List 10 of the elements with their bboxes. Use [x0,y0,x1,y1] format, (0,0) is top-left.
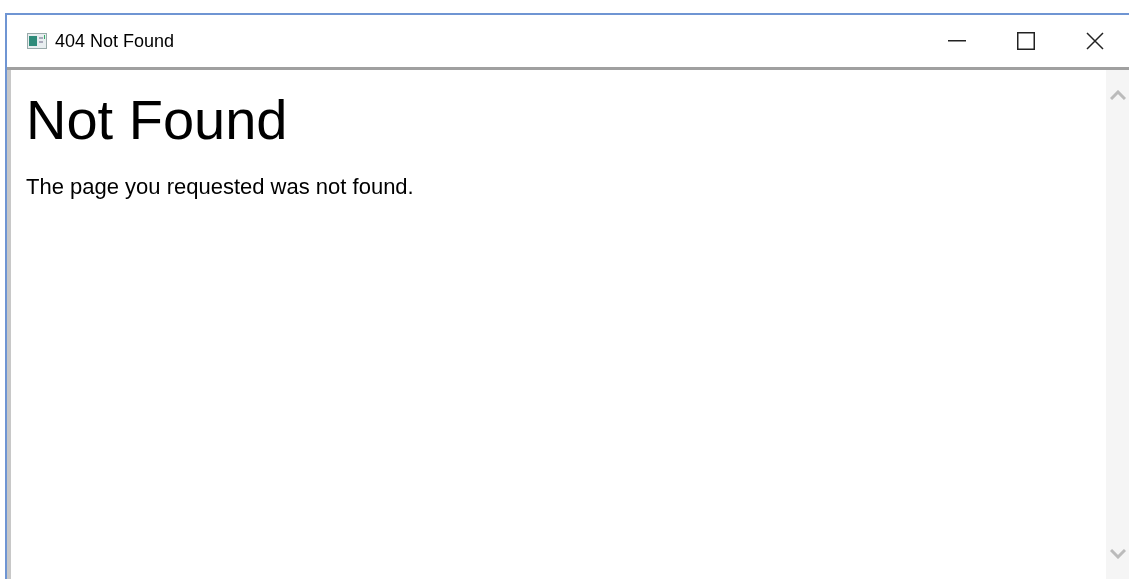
page-heading: Not Found [26,88,289,152]
app-icon [27,33,47,49]
scroll-down-icon[interactable] [1109,549,1126,559]
minimize-icon [947,40,966,42]
window-title: 404 Not Found [55,29,175,53]
scroll-up-icon[interactable] [1109,90,1126,100]
maximize-icon [1016,32,1035,50]
scrollbar[interactable] [1106,70,1129,579]
page-message: The page you requested was not found. [26,173,415,201]
close-icon [1085,32,1104,50]
